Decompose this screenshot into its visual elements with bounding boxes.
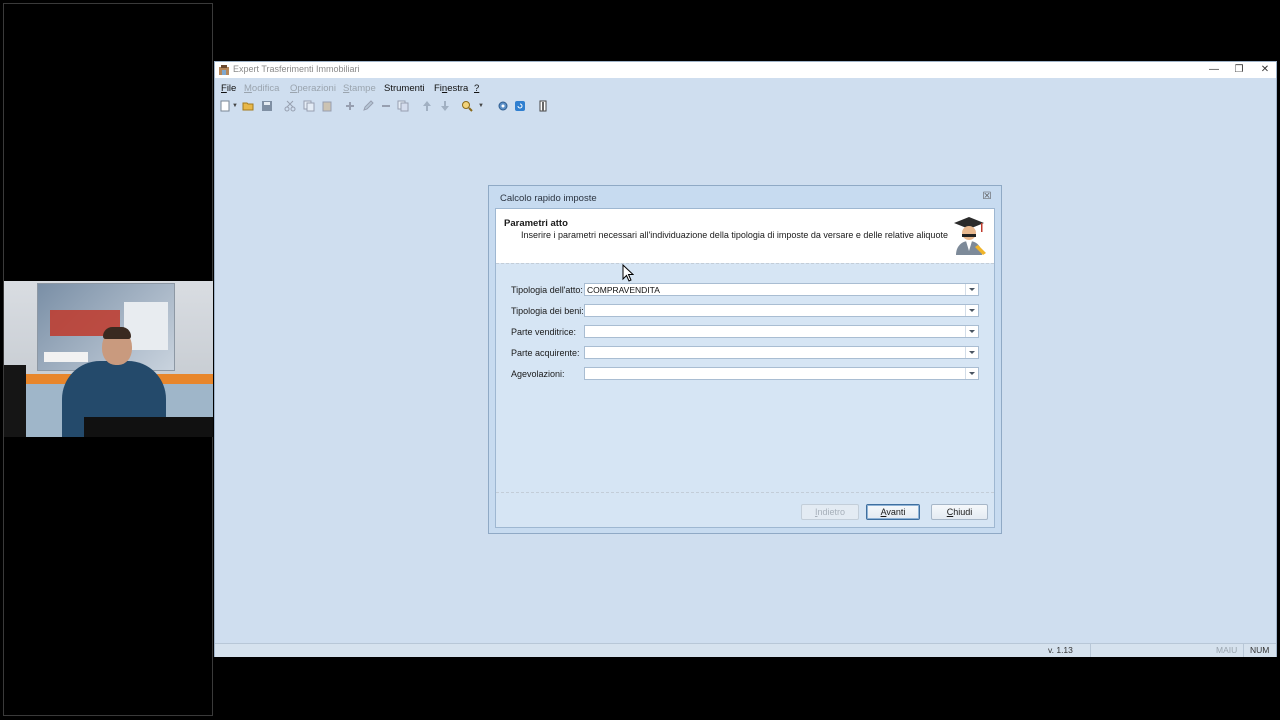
menu-strumenti[interactable]: Strumenti bbox=[384, 83, 425, 94]
field-label-tipologia-beni: Tipologia dei beni: bbox=[511, 306, 584, 316]
graduate-icon bbox=[954, 217, 986, 255]
restore-icon[interactable]: ❐ bbox=[1228, 63, 1250, 77]
search-icon[interactable] bbox=[461, 100, 473, 112]
field-label-agevolazioni: Agevolazioni: bbox=[511, 369, 565, 379]
caps-lock-indicator: MAIU bbox=[1216, 645, 1238, 655]
tipologia-atto-select[interactable]: COMPRAVENDITA bbox=[584, 283, 979, 296]
chevron-down-icon[interactable] bbox=[965, 326, 978, 337]
move-down-icon[interactable] bbox=[439, 100, 451, 112]
menu-operazioni[interactable]: Operazioni bbox=[290, 83, 336, 94]
mouse-cursor-icon bbox=[622, 264, 634, 282]
chevron-down-icon[interactable] bbox=[965, 284, 978, 295]
window-title: Expert Trasferimenti Immobiliari bbox=[233, 64, 360, 74]
chevron-down-icon[interactable] bbox=[965, 368, 978, 379]
agevolazioni-select[interactable] bbox=[584, 367, 979, 380]
toolbar: ▼ ▼ bbox=[215, 98, 1276, 116]
duplicate-icon[interactable] bbox=[397, 100, 409, 112]
calcolo-rapido-dialog: Calcolo rapido imposte ☒ Parametri atto … bbox=[488, 185, 1002, 534]
field-label-parte-venditrice: Parte venditrice: bbox=[511, 327, 577, 337]
copy-icon[interactable] bbox=[303, 100, 315, 112]
chevron-down-icon[interactable]: ▼ bbox=[232, 103, 238, 109]
status-bar: v. 1.13 MAIU NUM bbox=[215, 643, 1276, 657]
back-button[interactable]: Indietro bbox=[801, 504, 859, 520]
settings-icon[interactable] bbox=[497, 100, 509, 112]
webcam-video bbox=[4, 281, 213, 437]
app-logo-icon bbox=[219, 65, 229, 75]
version-label: v. 1.13 bbox=[1048, 645, 1073, 655]
dialog-title: Calcolo rapido imposte bbox=[500, 193, 597, 204]
new-document-icon[interactable] bbox=[219, 100, 231, 112]
edit-icon[interactable] bbox=[362, 100, 374, 112]
menu-help[interactable]: ? bbox=[474, 83, 479, 94]
move-up-icon[interactable] bbox=[421, 100, 433, 112]
close-icon[interactable]: ✕ bbox=[1254, 63, 1276, 77]
menu-finestra[interactable]: Finestra bbox=[434, 83, 468, 94]
paste-icon[interactable] bbox=[321, 100, 333, 112]
save-icon[interactable] bbox=[261, 100, 273, 112]
refresh-icon[interactable] bbox=[514, 100, 526, 112]
dialog-content: Parametri atto Inserire i parametri nece… bbox=[495, 208, 995, 528]
chevron-down-icon[interactable]: ▼ bbox=[478, 103, 484, 109]
field-label-parte-acquirente: Parte acquirente: bbox=[511, 348, 580, 358]
cut-icon[interactable] bbox=[284, 100, 296, 112]
open-folder-icon[interactable] bbox=[242, 100, 254, 112]
add-icon[interactable] bbox=[344, 100, 356, 112]
exit-door-icon[interactable] bbox=[537, 100, 549, 112]
next-button[interactable]: Avanti bbox=[866, 504, 920, 520]
menu-modifica[interactable]: Modifica bbox=[244, 83, 279, 94]
chevron-down-icon[interactable] bbox=[965, 305, 978, 316]
header-subtitle: Inserire i parametri necessari all'indiv… bbox=[521, 230, 948, 240]
remove-icon[interactable] bbox=[380, 100, 392, 112]
chevron-down-icon[interactable] bbox=[965, 347, 978, 358]
menu-bar: File Modifica Operazioni Stampe Strument… bbox=[215, 80, 1276, 96]
close-icon[interactable]: ☒ bbox=[982, 192, 992, 202]
field-label-tipologia-atto: Tipologia dell'atto: bbox=[511, 285, 583, 295]
menu-stampe[interactable]: Stampe bbox=[343, 83, 376, 94]
minimize-icon[interactable]: — bbox=[1203, 63, 1225, 77]
num-lock-indicator: NUM bbox=[1250, 645, 1270, 655]
close-button[interactable]: Chiudi bbox=[931, 504, 988, 520]
header-title: Parametri atto bbox=[504, 218, 568, 229]
dialog-header: Parametri atto Inserire i parametri nece… bbox=[496, 209, 994, 263]
parte-acquirente-select[interactable] bbox=[584, 346, 979, 359]
parte-venditrice-select[interactable] bbox=[584, 325, 979, 338]
tipologia-beni-select[interactable] bbox=[584, 304, 979, 317]
menu-file[interactable]: File bbox=[221, 83, 236, 94]
title-bar: Expert Trasferimenti Immobiliari — ❐ ✕ bbox=[215, 62, 1276, 78]
